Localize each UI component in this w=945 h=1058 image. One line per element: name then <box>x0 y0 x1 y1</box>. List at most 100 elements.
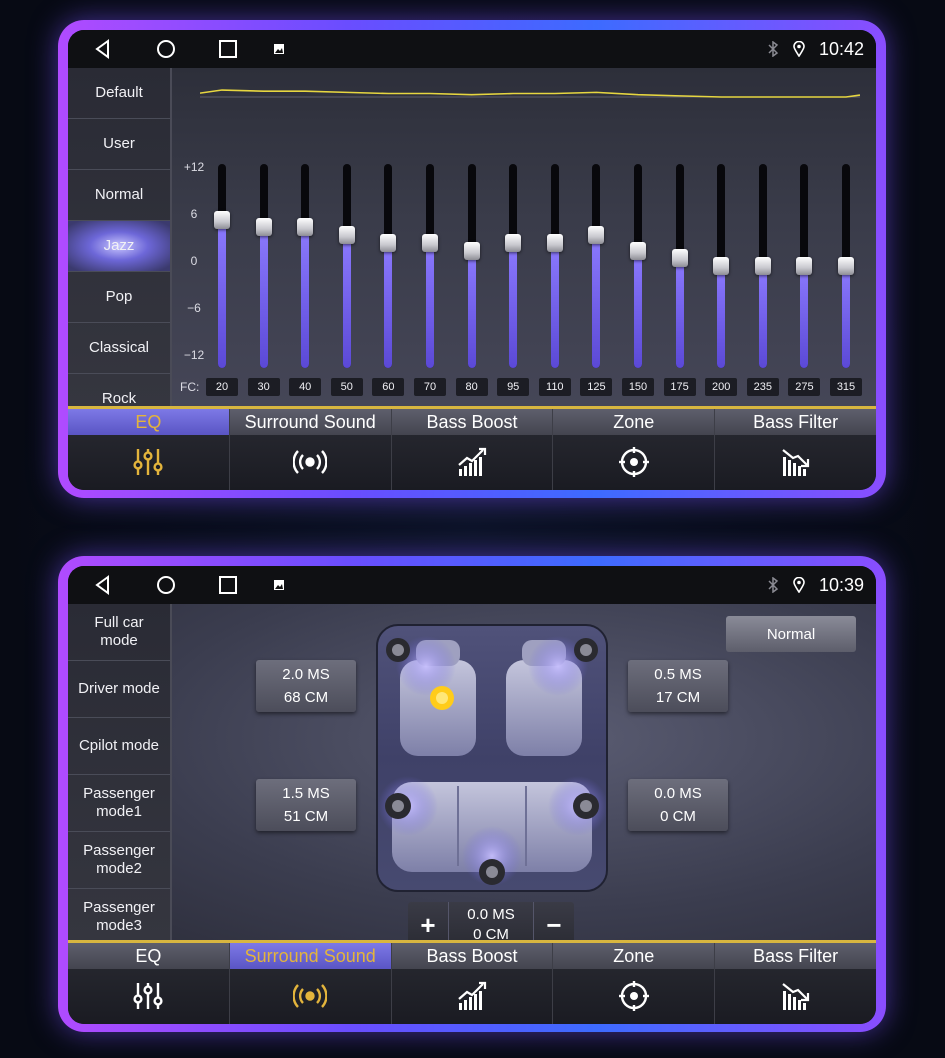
band-frequency[interactable]: 60 <box>372 378 405 396</box>
slider-knob[interactable] <box>546 233 563 252</box>
band-frequency[interactable]: 110 <box>538 378 571 396</box>
tab-label: EQ <box>68 409 229 435</box>
tab-bass-boost[interactable]: Bass Boost <box>391 409 554 490</box>
preset-jazz[interactable]: Jazz <box>68 221 170 272</box>
mode-cpilot-mode[interactable]: Cpilot mode <box>68 718 170 775</box>
band-frequency[interactable]: 70 <box>414 378 446 396</box>
slider-knob[interactable] <box>422 233 438 252</box>
front-left-delay[interactable]: 2.0 MS 68 CM <box>256 660 356 712</box>
band-frequency[interactable]: 50 <box>330 378 363 396</box>
tab-bass-filter[interactable]: Bass Filter <box>715 943 876 1024</box>
eq-band-slider[interactable] <box>576 164 616 368</box>
tab-zone[interactable]: Zone <box>553 943 716 1024</box>
slider-knob[interactable] <box>255 218 272 237</box>
back-icon[interactable] <box>94 575 112 595</box>
band-frequency[interactable]: 95 <box>497 378 530 396</box>
eq-band-slider[interactable] <box>244 164 284 368</box>
band-frequency[interactable]: 235 <box>746 378 779 396</box>
mode-full-car-mode[interactable]: Full car mode <box>68 604 170 661</box>
tab-label: Bass Filter <box>715 409 876 435</box>
tab-label: Zone <box>553 943 715 969</box>
slider-fill <box>717 263 726 368</box>
band-frequency[interactable]: 275 <box>788 378 821 396</box>
eq-band-slider[interactable] <box>202 164 242 368</box>
band-frequency[interactable]: 30 <box>247 378 280 396</box>
home-icon[interactable] <box>156 39 176 59</box>
mode-passenger-mode2[interactable]: Passenger mode2 <box>68 832 170 889</box>
slider-fill <box>592 232 601 368</box>
slider-knob[interactable] <box>380 233 397 252</box>
slider-knob[interactable] <box>838 257 854 275</box>
clock: 10:39 <box>818 574 864 595</box>
band-frequency[interactable]: 175 <box>663 378 696 396</box>
eq-band-slider[interactable] <box>452 164 492 368</box>
slider-knob[interactable] <box>505 233 522 252</box>
preset-user[interactable]: User <box>68 119 170 170</box>
surround-panel: Normal 2.0 MS 68 CM 0.5 MS 17 CM 1.5 MS … <box>172 604 876 948</box>
band-frequency[interactable]: 150 <box>622 378 654 396</box>
rear-right-delay[interactable]: 0.0 MS 0 CM <box>628 779 728 831</box>
eq-band-slider[interactable] <box>618 164 658 368</box>
slider-knob[interactable] <box>630 241 646 260</box>
band-frequency[interactable]: 20 <box>206 378 238 396</box>
listening-mode-list: Full car mode Driver mode Cpilot mode Passe… <box>68 604 172 946</box>
tab-surround-sound[interactable]: Surround Sound <box>229 409 392 490</box>
tab-bass-filter[interactable]: Bass Filter <box>715 409 876 490</box>
tab-surround-sound[interactable]: Surround Sound <box>229 943 392 1024</box>
home-icon[interactable] <box>156 575 176 595</box>
band-frequency[interactable]: 315 <box>830 378 862 396</box>
band-frequency[interactable]: 80 <box>455 378 488 396</box>
rear-left-delay[interactable]: 1.5 MS 51 CM <box>256 779 356 831</box>
eq-band-slider[interactable] <box>743 164 783 368</box>
recents-icon[interactable] <box>218 575 238 595</box>
slider-knob[interactable] <box>754 257 771 275</box>
front-right-delay-ms: 0.5 MS <box>654 666 702 683</box>
eq-response-curve <box>200 89 860 98</box>
preset-pop[interactable]: Pop <box>68 272 170 323</box>
eq-band-slider[interactable] <box>493 164 533 368</box>
band-frequency[interactable]: 125 <box>580 378 613 396</box>
tab-eq[interactable]: EQ <box>68 409 230 490</box>
rear-left-delay-cm: 51 CM <box>283 808 329 825</box>
slider-fill <box>426 239 434 368</box>
mode-passenger-mode3[interactable]: Passenger mode3 <box>68 889 170 946</box>
recents-icon[interactable] <box>218 39 238 59</box>
front-left-delay-cm: 68 CM <box>283 689 329 706</box>
band-frequency[interactable]: 40 <box>289 378 322 396</box>
eq-band-slider[interactable] <box>285 164 325 368</box>
rear-left-speaker-icon <box>385 793 411 819</box>
slider-knob[interactable] <box>214 210 230 229</box>
subwoofer-icon <box>479 859 505 885</box>
slider-knob[interactable] <box>297 218 314 237</box>
mode-passenger-mode1[interactable]: Passenger mode1 <box>68 775 170 832</box>
eq-band-slider[interactable] <box>826 164 866 368</box>
preset-normal[interactable]: Normal <box>68 170 170 221</box>
tab-zone[interactable]: Zone <box>553 409 716 490</box>
tab-eq[interactable]: EQ <box>68 943 230 1024</box>
front-right-delay[interactable]: 0.5 MS 17 CM <box>628 660 728 712</box>
preset-classical[interactable]: Classical <box>68 323 170 374</box>
surround-sound-icon <box>292 445 328 479</box>
slider-knob[interactable] <box>463 241 480 260</box>
normal-mode-button[interactable]: Normal <box>726 616 856 652</box>
rear-right-delay-cm: 0 CM <box>660 808 696 825</box>
slider-knob[interactable] <box>338 226 355 244</box>
slider-knob[interactable] <box>588 226 605 244</box>
eq-band-slider[interactable] <box>784 164 824 368</box>
eq-band-slider[interactable] <box>327 164 367 368</box>
slider-knob[interactable] <box>796 257 813 275</box>
eq-band-slider[interactable] <box>701 164 741 368</box>
mode-driver-mode[interactable]: Driver mode <box>68 661 170 718</box>
tab-bass-boost[interactable]: Bass Boost <box>391 943 554 1024</box>
eq-band-slider[interactable] <box>410 164 450 368</box>
back-icon[interactable] <box>94 39 112 59</box>
preset-default[interactable]: Default <box>68 68 170 119</box>
slider-knob[interactable] <box>713 257 730 275</box>
eq-band-slider[interactable] <box>535 164 575 368</box>
band-frequency[interactable]: 200 <box>705 378 738 396</box>
car-interior-illustration <box>378 636 606 886</box>
eq-band-slider[interactable] <box>368 164 408 368</box>
bluetooth-icon <box>768 41 779 57</box>
eq-band-slider[interactable] <box>660 164 700 368</box>
slider-knob[interactable] <box>671 249 688 268</box>
